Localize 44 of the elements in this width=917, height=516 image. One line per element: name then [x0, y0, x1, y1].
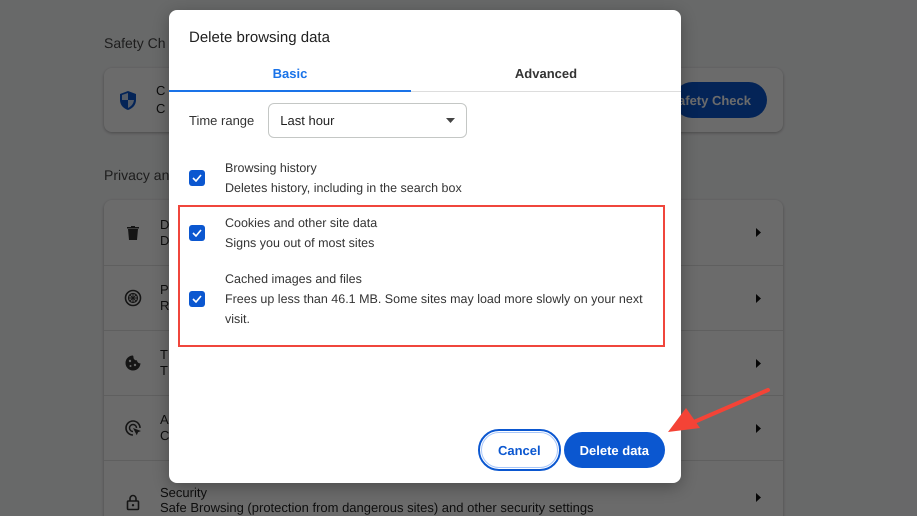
- aperture-icon: [124, 289, 142, 307]
- checkbox[interactable]: [189, 225, 205, 241]
- cookie-icon: [124, 354, 142, 372]
- check-icon: [192, 229, 202, 237]
- checkbox[interactable]: [189, 170, 205, 186]
- row-title[interactable]: A: [160, 412, 169, 428]
- option-title: Browsing history: [225, 160, 318, 177]
- section-title: Privacy an: [104, 167, 170, 183]
- caret-icon[interactable]: [756, 424, 761, 432]
- row-subtitle: R: [160, 298, 170, 314]
- tab[interactable]: Basic: [169, 56, 411, 92]
- check-icon: [192, 295, 202, 303]
- cancel-button[interactable]: Cancel: [480, 432, 558, 468]
- option-title: Cached images and files: [225, 271, 363, 288]
- row-subtitle: T: [160, 363, 168, 379]
- dropdown-caret-icon: [446, 118, 456, 123]
- section-title: Safety Ch: [104, 35, 166, 51]
- dialog-title: Delete browsing data: [189, 29, 330, 46]
- check-icon: [192, 174, 202, 182]
- checkbox[interactable]: [189, 291, 205, 307]
- caret-icon[interactable]: [756, 358, 761, 368]
- time-range-dropdown[interactable]: Last hour: [268, 103, 468, 138]
- option-description: Frees up less than 46.1 MB. Some sites may load more slowly on your next visit.: [225, 291, 644, 328]
- row-title[interactable]: D: [160, 216, 170, 232]
- row-title[interactable]: T: [160, 347, 168, 363]
- row-subtitle: C: [160, 428, 170, 444]
- delete-button[interactable]: Delete data: [564, 432, 665, 468]
- caret-icon[interactable]: [756, 493, 761, 502]
- option-description: Signs you out of most sites: [225, 235, 376, 252]
- row-subtitle: Safe Browsing (protection from dangerous sites) and other security settings: [160, 500, 594, 515]
- row-title[interactable]: P: [160, 282, 169, 298]
- option-description: Deletes history, including in the search box: [225, 180, 463, 197]
- row-title[interactable]: Security: [160, 485, 207, 500]
- time-range-label: Time range: [189, 113, 254, 128]
- shield-icon: [120, 90, 136, 110]
- lock-icon: [124, 493, 142, 511]
- card-title: C: [156, 82, 166, 100]
- cursor-target-icon: [124, 419, 142, 437]
- option-title: Cookies and other site data: [225, 215, 378, 232]
- caret-icon[interactable]: [756, 228, 761, 237]
- card-subtitle: C: [156, 100, 166, 118]
- row-subtitle: D: [160, 232, 170, 248]
- trash-icon: [124, 224, 142, 242]
- caret-icon[interactable]: [756, 294, 761, 302]
